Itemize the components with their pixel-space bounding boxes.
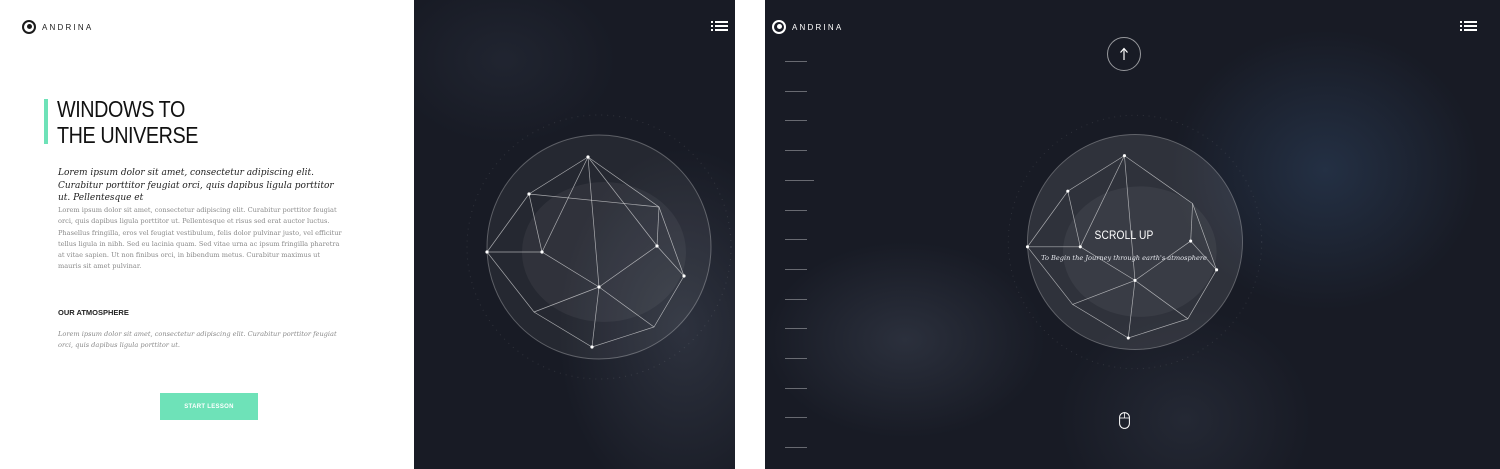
page-title-line-2: THE UNIVERSE bbox=[57, 122, 199, 148]
brand-logo[interactable]: ANDRINA bbox=[22, 20, 93, 34]
title-accent-bar bbox=[44, 99, 48, 144]
scroll-subtitle: To Begin the Journey through earth's atm… bbox=[1041, 254, 1207, 262]
mouse-icon[interactable] bbox=[1119, 412, 1130, 429]
body-paragraph: Lorem ipsum dolor sit amet, consectetur … bbox=[58, 206, 342, 271]
panel-gap bbox=[735, 0, 765, 469]
head-silhouette-icon bbox=[22, 20, 36, 34]
start-lesson-button[interactable]: START LESSON bbox=[160, 393, 258, 420]
wireframe-globe bbox=[1007, 114, 1263, 370]
head-silhouette-icon bbox=[772, 20, 786, 34]
scroll-up-button[interactable] bbox=[1107, 37, 1141, 71]
content-panel: ANDRINA WINDOWS TO THE UNIVERSE Lorem ip… bbox=[0, 0, 414, 469]
menu-list-icon[interactable] bbox=[1460, 21, 1477, 31]
arrow-up-icon bbox=[1120, 47, 1128, 60]
page-title-line-1: WINDOWS TO bbox=[57, 96, 185, 122]
brand-name: ANDRINA bbox=[42, 22, 94, 32]
atmosphere-text: Lorem ipsum dolor sit amet, consectetur … bbox=[58, 330, 337, 350]
scroll-depth-ruler bbox=[785, 0, 815, 469]
lead-paragraph: Lorem ipsum dolor sit amet, consectetur … bbox=[58, 168, 334, 203]
atmosphere-heading: OUR ATMOSPHERE bbox=[58, 308, 129, 317]
page-title: WINDOWS TO THE UNIVERSE bbox=[57, 96, 246, 148]
menu-list-icon[interactable] bbox=[711, 21, 728, 31]
wireframe-globe bbox=[466, 114, 732, 380]
space-hero-panel bbox=[414, 0, 735, 469]
scroll-title: SCROLL UP bbox=[1094, 228, 1154, 242]
